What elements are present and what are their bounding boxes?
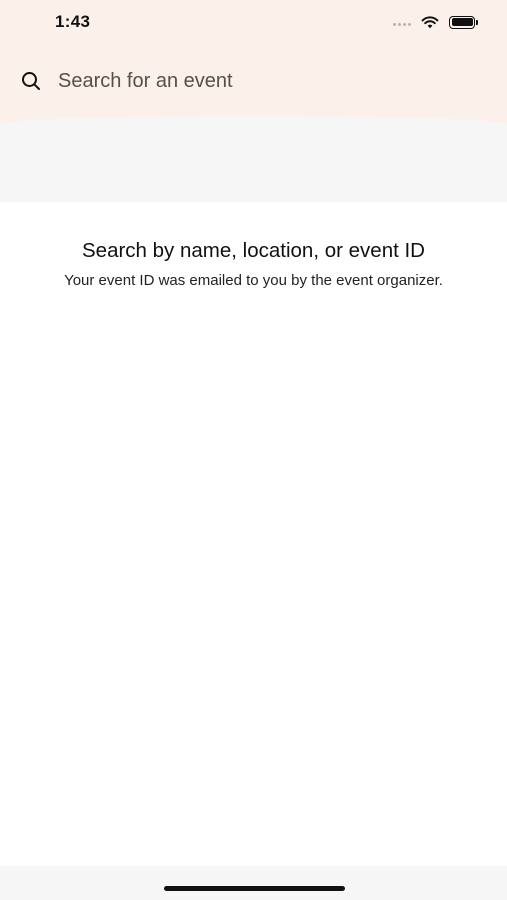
home-indicator[interactable]	[164, 886, 345, 891]
event-search-screen: 1:43 Search by name, location, or event …	[0, 0, 507, 900]
cellular-signal-icon	[393, 22, 411, 26]
bottom-safe-area	[0, 866, 507, 900]
empty-state-title: Search by name, location, or event ID	[82, 239, 425, 262]
search-bar[interactable]	[20, 64, 490, 98]
status-bar-time: 1:43	[55, 12, 91, 31]
battery-icon	[449, 15, 478, 29]
search-input[interactable]	[58, 69, 458, 93]
empty-state: Search by name, location, or event ID Yo…	[60, 238, 447, 291]
wifi-icon	[421, 16, 439, 29]
empty-state-subtitle: Your event ID was emailed to you by the …	[64, 272, 443, 289]
header-divider-band	[0, 116, 507, 202]
status-bar-icons	[393, 15, 478, 29]
search-icon	[22, 72, 40, 90]
